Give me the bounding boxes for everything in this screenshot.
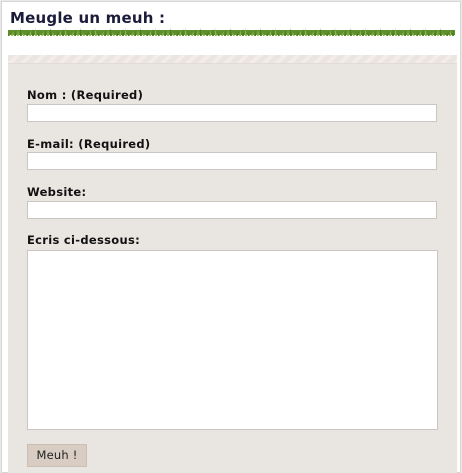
comment-form-container: Meugle un meuh : Nom : (Required) E-mail… bbox=[1, 1, 461, 473]
page-title: Meugle un meuh : bbox=[10, 9, 166, 27]
website-label: Website: bbox=[27, 185, 87, 199]
comment-textarea[interactable] bbox=[27, 250, 438, 430]
website-input[interactable] bbox=[27, 201, 437, 219]
name-label: Nom : (Required) bbox=[27, 88, 144, 102]
email-input[interactable] bbox=[27, 152, 437, 170]
comment-label: Ecris ci-dessous: bbox=[27, 233, 141, 247]
panel-stripe-decoration bbox=[8, 55, 457, 64]
name-input[interactable] bbox=[27, 104, 437, 122]
email-label: E-mail: (Required) bbox=[27, 137, 151, 151]
grass-divider bbox=[8, 28, 455, 36]
form-panel: Nom : (Required) E-mail: (Required) Webs… bbox=[8, 55, 457, 473]
submit-button[interactable]: Meuh ! bbox=[27, 444, 87, 467]
